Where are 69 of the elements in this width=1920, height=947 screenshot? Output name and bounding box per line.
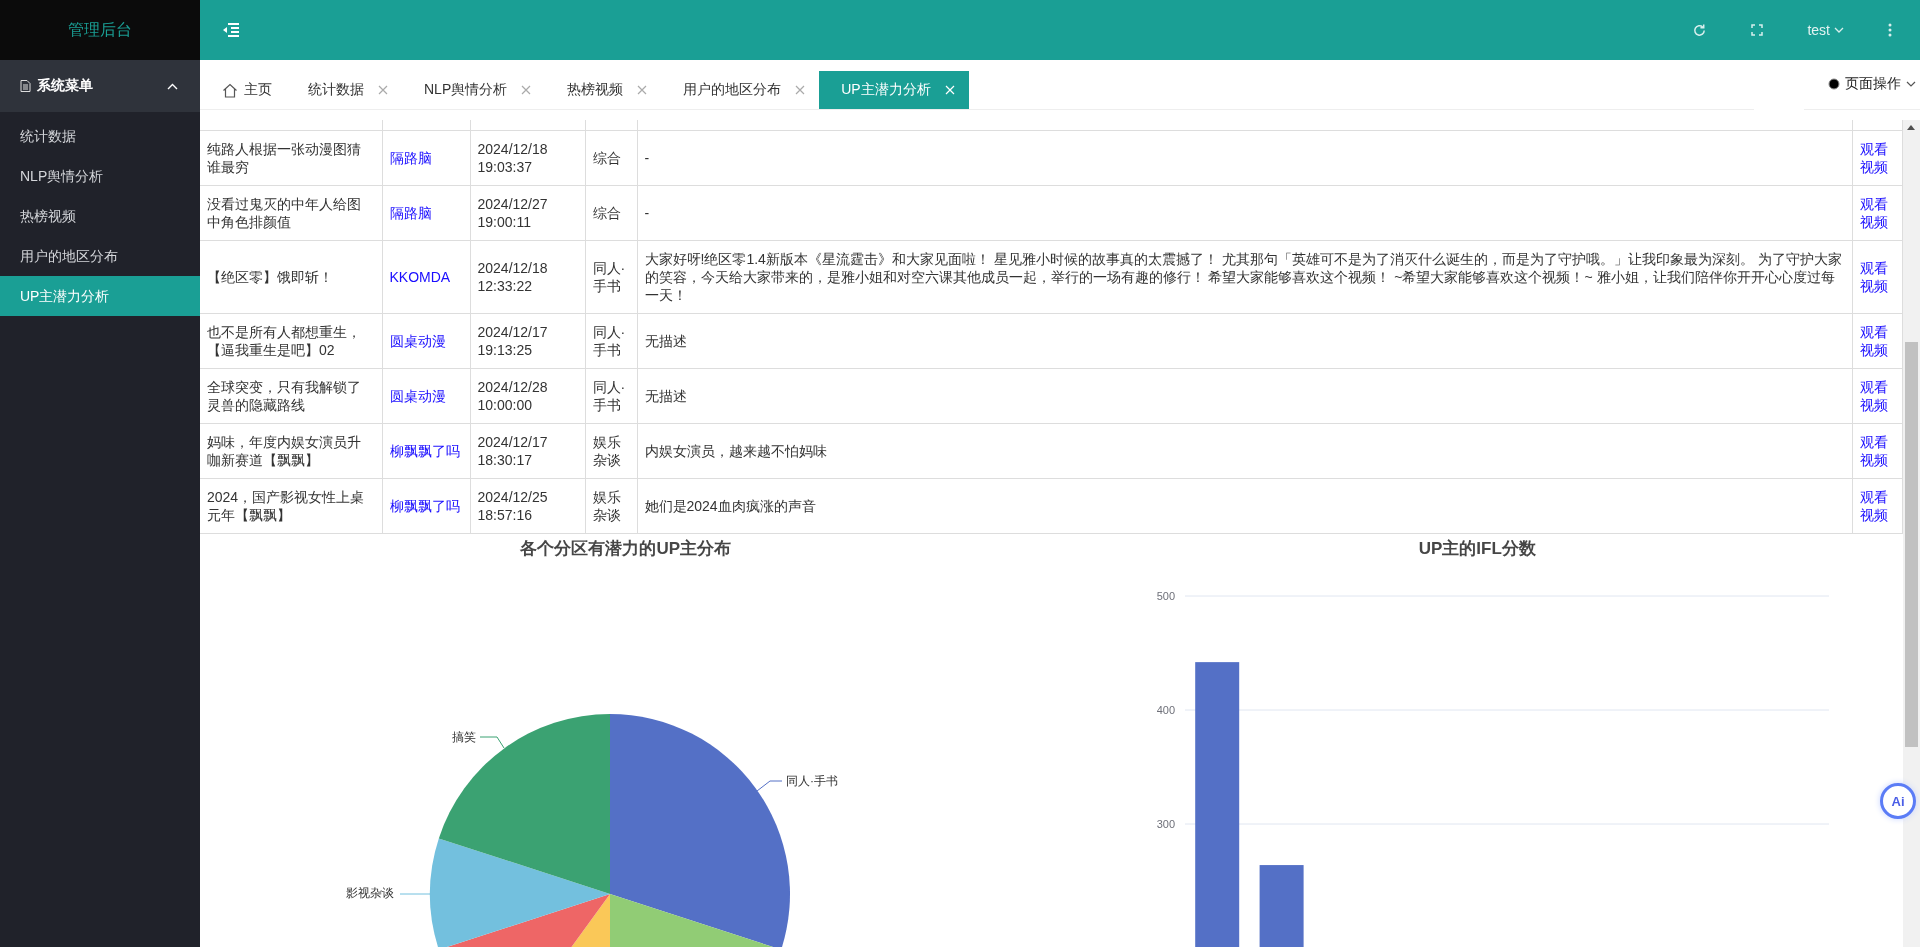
publish-time: 2024/12/27 19:00:11 bbox=[477, 195, 549, 231]
pie-label: 搞笑 bbox=[452, 730, 476, 744]
video-title: 纯路人根据一张动漫图猜谁最穷 bbox=[207, 141, 361, 175]
publish-time: 2024/12/25 18:57:16 bbox=[477, 488, 549, 524]
video-title: 没看过鬼灭的中年人给图中角色排颜值 bbox=[207, 196, 361, 230]
video-title: 【绝区零】饿即斩！ bbox=[207, 269, 333, 285]
fullscreen-icon[interactable] bbox=[1751, 24, 1764, 36]
sidebar-item[interactable]: 统计数据 bbox=[0, 116, 200, 156]
caret-icon bbox=[167, 82, 178, 90]
pie-label: 同人·手书 bbox=[786, 774, 838, 788]
more-icon[interactable] bbox=[1888, 23, 1892, 37]
tab[interactable]: 用户的地区分布 bbox=[661, 71, 820, 109]
tab[interactable]: 热榜视频 bbox=[545, 71, 662, 109]
category-text: 综合 bbox=[592, 205, 621, 221]
pie-label: 影视杂谈 bbox=[346, 886, 394, 900]
description-text: 无描述 bbox=[644, 333, 687, 349]
publish-time: 2024/12/17 19:13:25 bbox=[477, 323, 549, 359]
description-text: 大家好呀!绝区零1.4新版本《星流霆击》和大家见面啦！ 星见雅小时候的故事真的太震撼了！ 尤其那句「英雄可不是为了消灭什么诞生的，而是为了守护哦。」让我印象最为深刻。 为了守护大家的笑容，今天给大家带来的，是雅小姐和对空六课其他成员一起，举行的一场有趣的修行！ 希望大家能够喜欢这个视频！ ~希望大家能够喜欢这个视频！~ 雅小姐，让我们陪伴你开开心心度过每一天！ bbox=[644, 251, 1842, 303]
publish-time: 2024/12/18 12:33:22 bbox=[477, 259, 549, 295]
menu-section-header[interactable]: 系统菜单 bbox=[0, 60, 200, 112]
scroll-up-arrow-icon[interactable] bbox=[1907, 125, 1915, 130]
video-title: 也不是所有人都想重生，【逼我重生是吧】02 bbox=[207, 324, 361, 358]
menu-collapse-icon[interactable] bbox=[222, 23, 240, 37]
leader-line bbox=[399, 893, 431, 895]
tab[interactable]: NLP舆情分析 bbox=[402, 71, 546, 109]
scrollbar[interactable] bbox=[1903, 120, 1920, 947]
home-icon bbox=[222, 82, 238, 98]
axis-tick-label: 400 bbox=[1156, 704, 1175, 716]
chevron-down-icon bbox=[1834, 27, 1844, 33]
menu-section-label: 系统菜单 bbox=[37, 77, 94, 95]
sidebar-item[interactable]: 热榜视频 bbox=[0, 196, 200, 236]
axis-tick-label: 500 bbox=[1156, 590, 1175, 602]
category-text: 娱乐杂谈 bbox=[592, 489, 621, 523]
category-text: 同人·手书 bbox=[592, 379, 626, 413]
close-icon[interactable] bbox=[637, 85, 648, 95]
publish-time: 2024/12/18 19:03:37 bbox=[477, 140, 549, 176]
tab[interactable]: 主页 bbox=[200, 71, 286, 109]
leader-line bbox=[756, 780, 783, 792]
category-text: 同人·手书 bbox=[592, 260, 626, 294]
description-text: 她们是2024血肉疯涨的声音 bbox=[644, 498, 816, 514]
description-text: - bbox=[644, 150, 650, 166]
video-title: 妈味，年度内娱女演员升咖新赛道【飘飘】 bbox=[207, 434, 361, 468]
chevron-down-icon bbox=[1906, 81, 1916, 87]
description-text: 内娱女演员，越来越不怕妈味 bbox=[644, 443, 827, 459]
close-icon[interactable] bbox=[521, 85, 532, 95]
document-icon bbox=[20, 80, 31, 92]
axis-tick-label: 300 bbox=[1156, 818, 1175, 831]
logo-text: 管理后台 bbox=[0, 0, 200, 60]
category-text: 同人·手书 bbox=[592, 324, 626, 358]
dot-icon bbox=[1828, 78, 1840, 90]
description-text: 无描述 bbox=[644, 388, 687, 404]
tab[interactable]: 统计数据 bbox=[286, 71, 402, 109]
leader-line bbox=[479, 736, 505, 749]
chart-title: UP主的IFL分数 bbox=[1418, 538, 1536, 560]
sidebar-item[interactable]: 用户的地区分布 bbox=[0, 236, 200, 276]
video-title: 全球突变，只有我解锁了灵兽的隐藏路线 bbox=[207, 379, 361, 413]
publish-time: 2024/12/17 18:30:17 bbox=[477, 433, 549, 469]
category-text: 娱乐杂谈 bbox=[592, 434, 621, 468]
close-icon[interactable] bbox=[378, 85, 388, 95]
sidebar-item[interactable]: NLP舆情分析 bbox=[0, 156, 200, 196]
chart-title: 各个分区有潜力的UP主分布 bbox=[520, 538, 732, 560]
video-title: 2024，国产影视女性上桌元年【飘飘】 bbox=[207, 489, 365, 523]
close-icon[interactable] bbox=[795, 85, 806, 95]
page-actions-dropdown[interactable]: 页面操作 bbox=[1804, 59, 1920, 110]
refresh-icon[interactable] bbox=[1692, 22, 1708, 38]
description-text: - bbox=[644, 205, 650, 221]
ai-assistant-button[interactable]: Ai bbox=[1880, 783, 1916, 819]
category-text: 综合 bbox=[592, 150, 621, 166]
publish-time: 2024/12/28 10:00:00 bbox=[477, 378, 549, 414]
